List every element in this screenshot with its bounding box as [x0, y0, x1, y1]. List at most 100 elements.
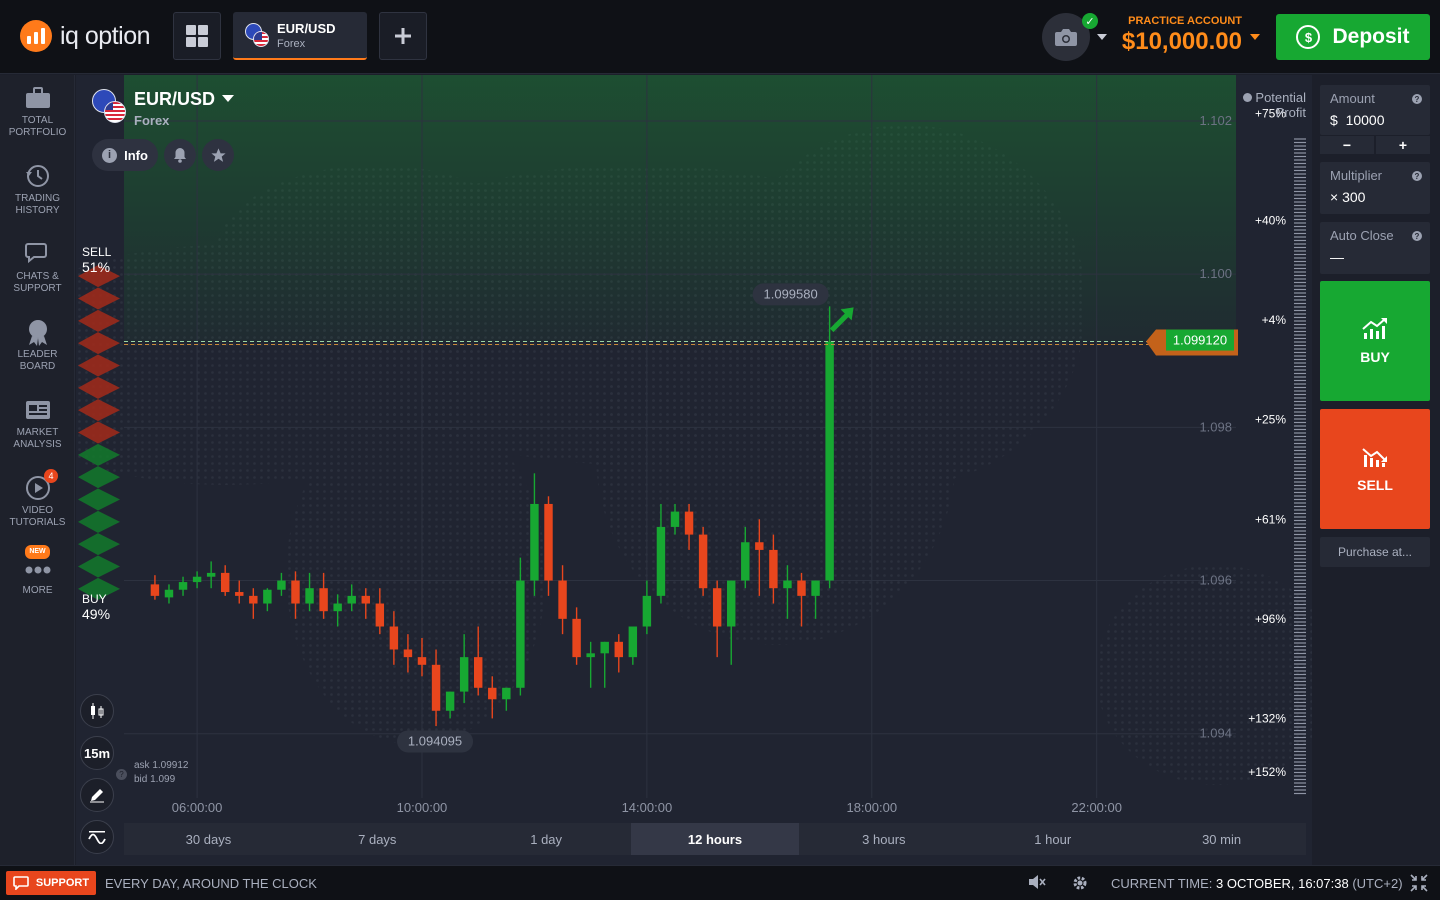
- settings-button[interactable]: [1071, 874, 1089, 897]
- chart-area[interactable]: 1.102 1.100 1.098 1.096 1.094 06:00:00 10:00:0…: [76, 75, 1312, 865]
- time-range-selector: 30 days 7 days 1 day 12 hours 3 hours 1 …: [124, 823, 1306, 855]
- alert-button[interactable]: [164, 139, 196, 171]
- range-option[interactable]: 1 day: [462, 823, 631, 855]
- candle-down: [319, 588, 328, 612]
- chart-asset-symbol[interactable]: EUR/USD: [134, 89, 235, 110]
- candle-up: [192, 576, 202, 583]
- info-icon: i: [102, 147, 118, 163]
- eur-usd-flag-icon: [92, 89, 126, 123]
- candle-up: [783, 580, 792, 589]
- grid-icon: [186, 25, 208, 47]
- sidebar-item-leaderboard[interactable]: LEADER BOARD: [0, 315, 75, 373]
- sidebar-item-more[interactable]: NEW MORE: [0, 545, 75, 597]
- x-tick-label: 14:00:00: [622, 800, 673, 815]
- candle-down: [698, 534, 708, 589]
- indicators-button[interactable]: [80, 820, 114, 854]
- chart-down-icon: [1362, 448, 1387, 467]
- candle-up: [263, 589, 272, 604]
- price-chart[interactable]: 1.102 1.100 1.098 1.096 1.094 06:00:00 10:00:0…: [76, 75, 1312, 865]
- amount-decrease-button[interactable]: −: [1320, 136, 1374, 154]
- more-icon: [25, 566, 50, 574]
- newspaper-icon: [25, 401, 50, 419]
- sell-label: SELL: [1357, 477, 1393, 493]
- camera-dropdown-caret-icon[interactable]: [1097, 34, 1107, 40]
- sidebar-label: CHATS &: [16, 271, 59, 282]
- x-tick-label: 10:00:00: [397, 800, 448, 815]
- sidebar-item-market-analysis[interactable]: MARKET ANALYSIS: [0, 393, 75, 451]
- question-icon: [1243, 93, 1253, 102]
- top-bar: iq option EUR/USD Forex ✓ PRACTICE ACCOU…: [0, 0, 1440, 74]
- camera-icon: [1055, 29, 1077, 46]
- sidebar-item-history[interactable]: TRADING HISTORY: [0, 159, 75, 217]
- potential-profit-label: Potential Profit: [1236, 90, 1306, 120]
- fullscreen-exit-button[interactable]: [1410, 874, 1428, 897]
- account-balance[interactable]: PRACTICE ACCOUNT $10,000.00: [1118, 15, 1242, 56]
- sell-sentiment: SELL 51%: [82, 245, 111, 276]
- mute-button[interactable]: [1028, 874, 1046, 895]
- profit-scale-label: +61%: [1255, 512, 1286, 526]
- range-option[interactable]: 1 hour: [968, 823, 1137, 855]
- medal-icon: [28, 320, 47, 346]
- sidebar-item-chats[interactable]: CHATS & SUPPORT: [0, 237, 75, 295]
- support-button[interactable]: SUPPORT: [6, 871, 96, 895]
- asset-tab-eurusd[interactable]: EUR/USD Forex: [233, 12, 367, 60]
- buy-button[interactable]: BUY: [1320, 281, 1430, 401]
- candle-up: [305, 588, 314, 604]
- chevron-down-icon: [222, 95, 235, 102]
- candle-up: [445, 691, 455, 711]
- candle-up: [727, 580, 736, 627]
- candle-up: [811, 580, 820, 596]
- chart-asset-header[interactable]: EUR/USD Forex: [92, 89, 235, 128]
- candle-up: [825, 341, 834, 581]
- range-option[interactable]: 3 hours: [799, 823, 968, 855]
- sidebar-item-portfolio[interactable]: TOTAL PORTFOLIO: [0, 81, 75, 139]
- favorite-button[interactable]: [202, 139, 234, 171]
- candle-up: [628, 626, 638, 658]
- high-price-label: 1.099580: [764, 286, 818, 301]
- grid-button[interactable]: [173, 12, 221, 60]
- drawing-tools-button[interactable]: [80, 778, 114, 812]
- multiplier-field[interactable]: Multiplier ? × 300: [1320, 162, 1430, 214]
- candle-up: [530, 503, 539, 581]
- timeframe-button[interactable]: 15m: [80, 736, 114, 770]
- asset-tab-symbol: EUR/USD: [277, 20, 336, 36]
- range-option[interactable]: 30 min: [1137, 823, 1306, 855]
- amount-currency: $: [1330, 112, 1338, 128]
- candle-down: [544, 503, 553, 581]
- deposit-button[interactable]: $ Deposit: [1276, 14, 1430, 60]
- candle-up: [178, 582, 188, 590]
- sell-button[interactable]: SELL: [1320, 409, 1430, 529]
- amount-input[interactable]: 10000: [1346, 112, 1385, 128]
- sidebar-item-video-tutorials[interactable]: 4 VIDEO TUTORIALS: [0, 469, 75, 529]
- candle-down: [389, 626, 399, 650]
- purchase-at-button[interactable]: Purchase at...: [1320, 537, 1430, 567]
- candle-down: [150, 584, 160, 596]
- candle-down: [361, 595, 370, 604]
- multiplier-label: Multiplier: [1330, 168, 1383, 183]
- add-tab-button[interactable]: [379, 12, 427, 60]
- info-button[interactable]: i Info: [92, 139, 158, 171]
- candle-up: [516, 580, 525, 688]
- range-option[interactable]: 30 days: [124, 823, 293, 855]
- chart-asset-type: Forex: [134, 113, 170, 128]
- sidebar-label: LEADER: [17, 349, 58, 360]
- candle-down: [769, 549, 778, 589]
- candle-up: [164, 589, 174, 598]
- auto-close-field[interactable]: Auto Close ? —: [1320, 222, 1430, 274]
- chart-type-button[interactable]: [80, 694, 114, 728]
- auto-close-value: —: [1330, 249, 1344, 265]
- sidebar-label: HISTORY: [15, 205, 60, 216]
- support-label: SUPPORT: [35, 877, 90, 889]
- amount-increase-button[interactable]: +: [1376, 136, 1430, 154]
- sidebar-label: VIDEO: [21, 505, 54, 516]
- range-option-active[interactable]: 12 hours: [630, 823, 800, 855]
- range-option[interactable]: 7 days: [293, 823, 462, 855]
- account-dropdown-caret-icon[interactable]: [1250, 34, 1260, 40]
- logo[interactable]: iq option: [20, 20, 151, 52]
- fullscreen-exit-icon: [1410, 874, 1428, 892]
- profit-zone: [124, 75, 1236, 342]
- amount-field[interactable]: Amount ? $ 10000: [1320, 85, 1430, 135]
- x-tick-label: 22:00:00: [1071, 800, 1122, 815]
- current-time-label: CURRENT TIME:: [1111, 876, 1213, 891]
- candle-down: [797, 580, 806, 596]
